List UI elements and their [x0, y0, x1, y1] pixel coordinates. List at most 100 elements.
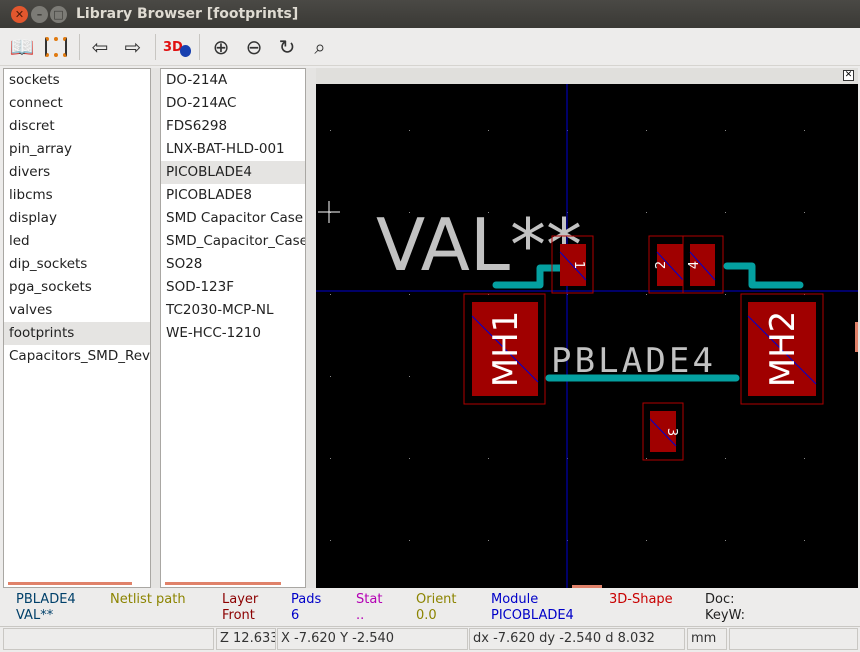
svg-text:1: 1 — [571, 261, 586, 269]
message-top: Netlist path — [110, 592, 186, 607]
window-title: Library Browser [footprints] — [76, 6, 299, 22]
library-list-item[interactable]: Capacitors_SMD_Rev — [4, 345, 150, 368]
message-field: Layer Front — [222, 592, 258, 624]
grid-dot — [804, 212, 805, 213]
zoom-readout: Z 12.633 — [216, 628, 276, 650]
message-panel: PBLADE4 VAL** Netlist path Layer Front Pads 6 S… — [3, 589, 858, 627]
message-bottom: PICOBLADE4 — [491, 608, 574, 623]
footprint-list-item[interactable]: SMD Capacitor Case — [161, 207, 305, 230]
horizontal-scrollbar[interactable] — [8, 582, 132, 585]
grid-dot — [804, 130, 805, 131]
footprint-list-item[interactable]: FDS6298 — [161, 115, 305, 138]
select-library-icon[interactable]: 📖 — [8, 33, 36, 61]
svg-text:MH2: MH2 — [763, 311, 803, 388]
footprint-list-item[interactable]: TC2030-MCP-NL — [161, 299, 305, 322]
grid-dot — [330, 294, 331, 295]
redraw-icon[interactable]: ↻ — [273, 33, 301, 61]
message-field: Orient 0.0 — [416, 592, 457, 624]
library-list-item[interactable]: libcms — [4, 184, 150, 207]
library-list-item[interactable]: led — [4, 230, 150, 253]
units-readout: mm — [687, 628, 727, 650]
close-window-button[interactable]: ✕ — [11, 6, 28, 23]
message-field: Doc: KeyW: — [705, 592, 745, 624]
grid-dot — [409, 458, 410, 459]
horizontal-scrollbar[interactable] — [165, 582, 281, 585]
grid-dot — [725, 212, 726, 213]
grid-dot — [646, 294, 647, 295]
library-list-item[interactable]: discret — [4, 115, 150, 138]
grid-dot — [646, 212, 647, 213]
previous-footprint-icon[interactable]: ⇦ — [86, 33, 114, 61]
footprint-list-item[interactable]: DO-214A — [161, 69, 305, 92]
zoom-out-icon[interactable]: ⊖ — [240, 33, 268, 61]
toolbar: 📖 ⇦ ⇨ 3D ⊕ ⊖ ↻ ⌕ — [0, 28, 860, 66]
message-field: Pads 6 — [291, 592, 321, 624]
3d-view-icon[interactable]: 3D — [163, 33, 191, 61]
grid-dot — [646, 458, 647, 459]
message-top: Module — [491, 592, 539, 607]
message-bottom — [110, 608, 186, 624]
library-list[interactable]: sockets connect discret pin_array divers libc… — [3, 68, 151, 588]
library-list-item[interactable]: valves — [4, 299, 150, 322]
message-bottom: 6 — [291, 608, 300, 623]
grid-dot — [330, 458, 331, 459]
footprint-list-item[interactable]: SMD_Capacitor_Case — [161, 230, 305, 253]
maximize-window-button[interactable]: □ — [50, 6, 67, 23]
svg-text:MH1: MH1 — [486, 311, 526, 388]
grid-dot — [409, 540, 410, 541]
next-footprint-icon[interactable]: ⇨ — [119, 33, 147, 61]
close-pane-icon[interactable]: ✕ — [843, 70, 854, 81]
library-list-item[interactable]: display — [4, 207, 150, 230]
value-text: VAL** — [376, 203, 582, 287]
cursor-coordinates: X -7.620 Y -2.540 — [277, 628, 468, 650]
minimize-window-button[interactable]: – — [31, 6, 48, 23]
grid-dot — [725, 540, 726, 541]
grid-dot — [488, 540, 489, 541]
message-field: PBLADE4 VAL** — [16, 592, 76, 624]
message-top: 3D-Shape — [609, 592, 673, 607]
zoom-in-icon[interactable]: ⊕ — [207, 33, 235, 61]
status-bar: Z 12.633 X -7.620 Y -2.540 dx -7.620 dy … — [3, 628, 858, 650]
message-top: Doc: — [705, 592, 735, 607]
footprint-list-item[interactable]: SOD-123F — [161, 276, 305, 299]
grid-dot — [488, 130, 489, 131]
grid-dot — [725, 130, 726, 131]
message-bottom — [609, 608, 673, 624]
footprint-canvas[interactable]: VAL** 1 2 4 3 MH1 MH2 PBLADE4 — [316, 84, 858, 588]
message-top: PBLADE4 — [16, 592, 76, 607]
footprint-list-item[interactable]: LNX-BAT-HLD-001 — [161, 138, 305, 161]
splitter[interactable] — [306, 68, 316, 588]
message-top: Orient — [416, 592, 457, 607]
footprint-list-item[interactable]: WE-HCC-1210 — [161, 322, 305, 345]
message-bottom: .. — [356, 608, 365, 623]
footprint-list[interactable]: DO-214A DO-214AC FDS6298 LNX-BAT-HLD-001 PIC… — [160, 68, 306, 588]
library-list-item[interactable]: connect — [4, 92, 150, 115]
library-list-item[interactable]: dip_sockets — [4, 253, 150, 276]
footprint-list-item[interactable]: PICOBLADE8 — [161, 184, 305, 207]
footprint-list-item[interactable]: SO28 — [161, 253, 305, 276]
grid-dot — [804, 540, 805, 541]
message-bottom: VAL** — [16, 608, 54, 623]
grid-dot — [409, 130, 410, 131]
canvas-header: ✕ — [316, 68, 858, 84]
library-list-item[interactable]: divers — [4, 161, 150, 184]
library-list-item[interactable]: pin_array — [4, 138, 150, 161]
library-list-item[interactable]: footprints — [4, 322, 150, 345]
footprint-list-item[interactable]: DO-214AC — [161, 92, 305, 115]
footprint-list-item[interactable]: PICOBLADE4 — [161, 161, 305, 184]
grid-dot — [330, 130, 331, 131]
grid-dot — [330, 376, 331, 377]
zoom-fit-icon[interactable]: ⌕ — [306, 33, 334, 61]
message-top: Stat — [356, 592, 383, 607]
library-list-item[interactable]: sockets — [4, 69, 150, 92]
message-top: Layer — [222, 592, 259, 607]
status-field — [729, 628, 858, 650]
relative-coordinates: dx -7.620 dy -2.540 d 8.032 — [469, 628, 685, 650]
select-footprint-icon[interactable] — [42, 33, 70, 61]
title-bar: ✕ – □ Library Browser [footprints] — [0, 0, 860, 28]
library-list-item[interactable]: pga_sockets — [4, 276, 150, 299]
grid-dot — [488, 458, 489, 459]
grid-dot — [646, 130, 647, 131]
splitter[interactable] — [151, 68, 160, 588]
horizontal-scrollbar — [572, 585, 602, 588]
